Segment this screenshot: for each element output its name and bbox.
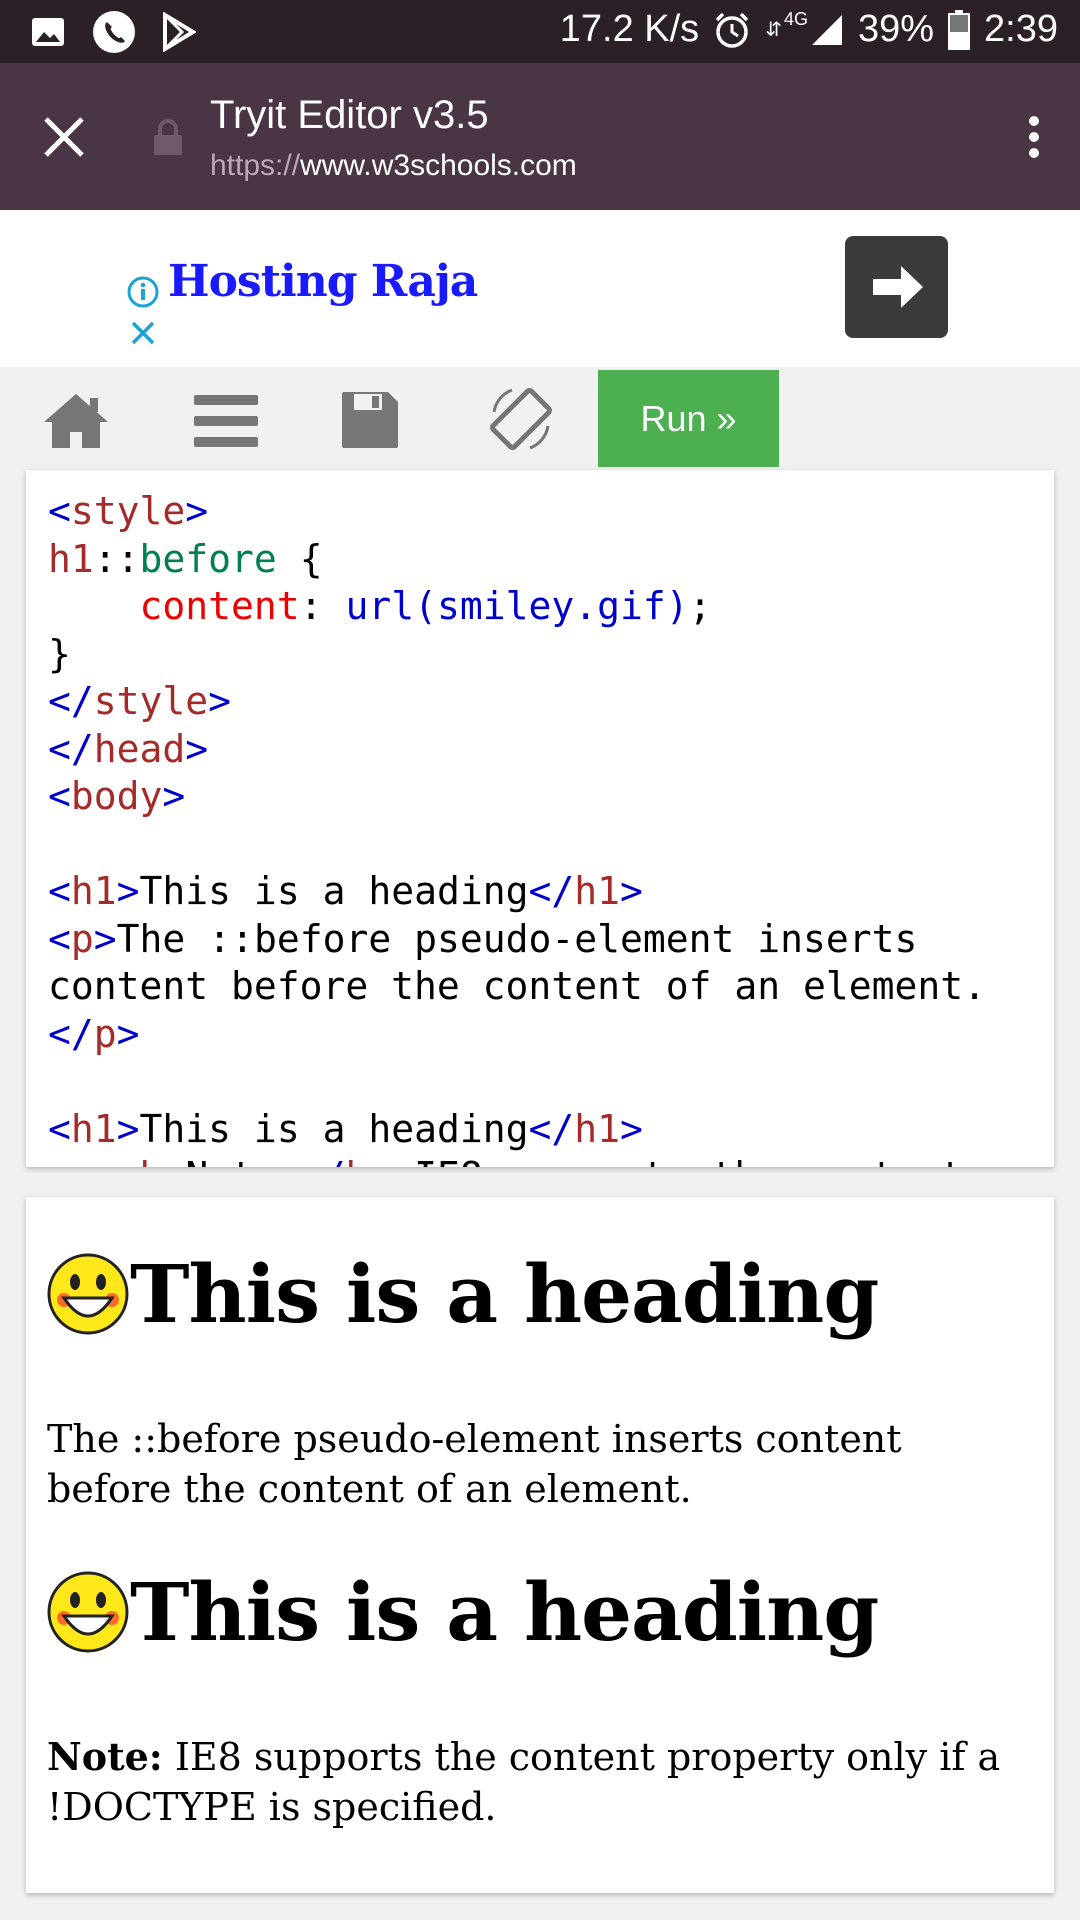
ad-title[interactable]: Hosting Raja <box>168 256 478 307</box>
code-line: } <box>48 631 71 676</box>
result-heading-text: This is a heading <box>130 1247 879 1341</box>
ad-close-icon[interactable] <box>130 320 156 346</box>
result-heading-1: This is a heading <box>46 1247 879 1341</box>
clock: 2:39 <box>984 8 1058 50</box>
result-heading-2: This is a heading <box>46 1565 879 1659</box>
note-text: IE8 supports the content property only i… <box>47 1735 1001 1829</box>
code-line: h1::before { <box>48 536 323 581</box>
signal-icon <box>811 14 842 45</box>
result-paragraph: The ::before pseudo-element inserts cont… <box>47 1417 902 1511</box>
code-line: <h1>This is a heading</h1> <box>48 1106 643 1151</box>
home-icon[interactable] <box>42 392 110 450</box>
code-line: content before the content of an element… <box>48 964 986 1008</box>
menu-icon[interactable] <box>194 393 258 449</box>
play-store-icon <box>163 12 196 52</box>
smiley-icon <box>47 1571 129 1653</box>
url-text[interactable]: https://www.w3schools.com <box>210 149 577 183</box>
ad-arrow-button[interactable] <box>845 236 948 338</box>
battery-percent: 39% <box>857 8 935 50</box>
code-line: content: url(smiley.gif); <box>139 584 712 628</box>
code-line: <p><b>Note:</b> IE8 supports the content <box>48 1154 963 1167</box>
note-label: Note: <box>47 1734 163 1779</box>
result-heading-text: This is a heading <box>130 1565 879 1659</box>
save-icon[interactable] <box>340 390 400 450</box>
network-speed: 17.2 K/s <box>559 8 700 50</box>
info-icon[interactable] <box>126 275 160 309</box>
arrow-right-icon <box>873 266 923 308</box>
code-line: </style> <box>48 679 232 723</box>
code-line: <body> <box>48 774 186 818</box>
status-bar: 17.2 K/s ⇵ 4G 39% 2:39 <box>0 0 1080 63</box>
alarm-icon <box>715 12 749 48</box>
phone-icon <box>93 11 135 53</box>
lock-icon <box>154 119 182 155</box>
network-type: ⇵ 4G <box>765 9 844 47</box>
result-frame: This is a heading The ::before pseudo-el… <box>26 1197 1054 1893</box>
run-button[interactable]: Run » <box>598 370 779 467</box>
rotate-screen-icon[interactable] <box>484 382 558 456</box>
code-line: <p>The ::before pseudo-element inserts <box>48 916 918 961</box>
code-line: <h1>This is a heading</h1> <box>48 869 643 913</box>
code-line: </head> <box>48 726 209 771</box>
result-note: Note: IE8 supports the content property … <box>47 1732 1037 1832</box>
code-line: <style> <box>48 489 209 533</box>
close-icon[interactable] <box>38 111 90 163</box>
code-text[interactable]: <style> h1::before { content: url(smiley… <box>26 470 1054 1167</box>
code-line: </p> <box>48 1011 140 1056</box>
more-options-icon[interactable] <box>1028 115 1040 159</box>
gallery-icon <box>32 18 64 46</box>
smiley-icon <box>47 1253 129 1335</box>
battery-icon <box>948 9 971 50</box>
browser-toolbar: Tryit Editor v3.5 https://www.w3schools.… <box>0 63 1080 210</box>
code-editor[interactable]: <style> h1::before { content: url(smiley… <box>26 470 1054 1167</box>
page-title: Tryit Editor v3.5 <box>210 93 489 137</box>
